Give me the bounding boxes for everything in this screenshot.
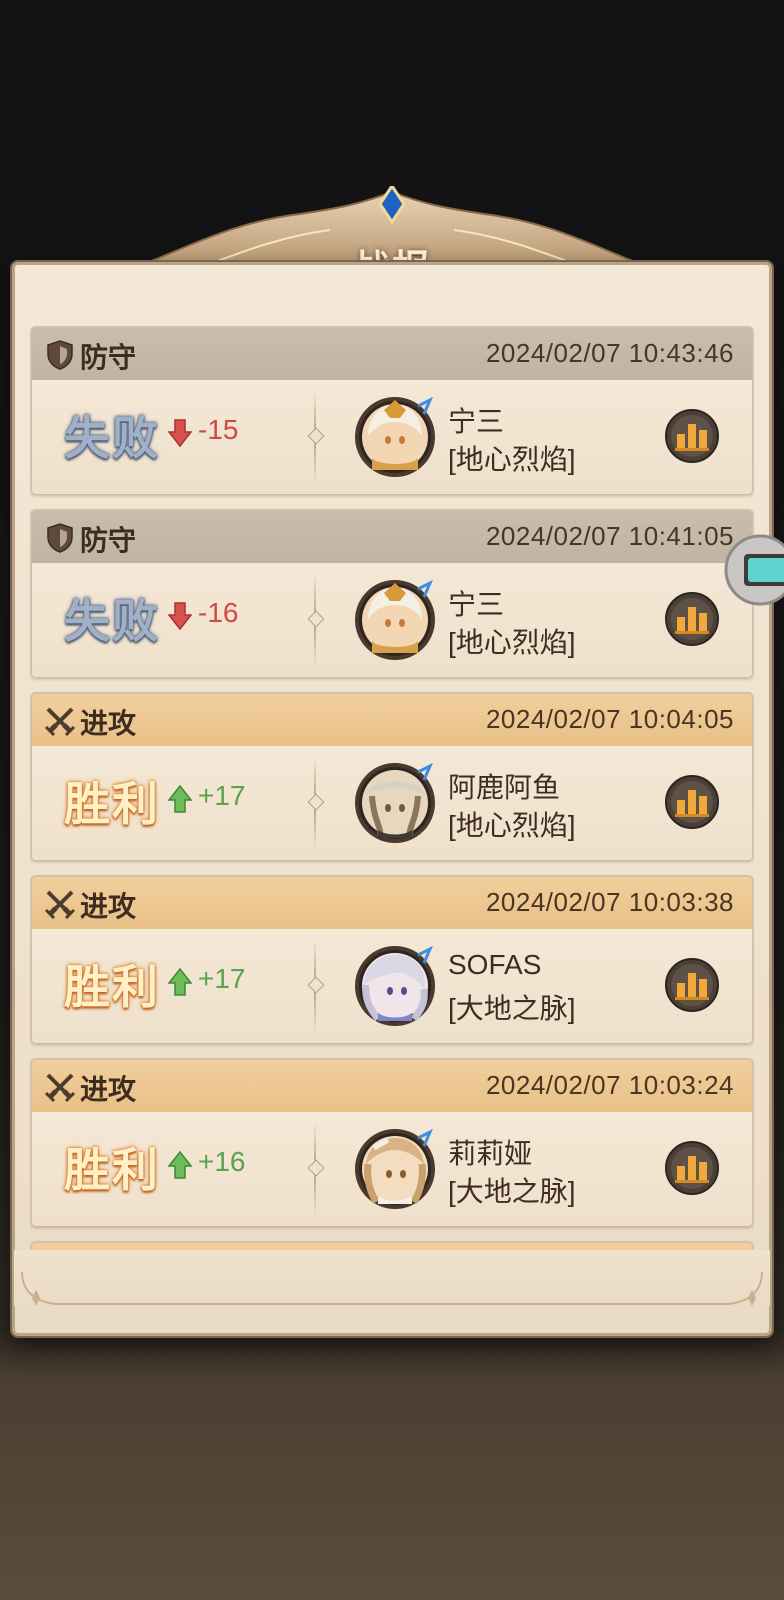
opponent-name: SOFAS — [448, 949, 542, 980]
report-timestamp: 2024/02/07 10:43:46 — [485, 338, 734, 368]
report-type-label: 进攻 — [80, 708, 137, 739]
bar-chart-icon[interactable] — [664, 408, 720, 464]
score-delta: +17 — [198, 780, 246, 811]
opponent-name: 宁三 — [448, 589, 505, 620]
avatar-liliya[interactable] — [354, 1128, 436, 1210]
avatar-sofas[interactable] — [354, 945, 436, 1027]
arrow-down-icon — [168, 419, 192, 448]
report-timestamp: 2024/02/07 10:04:05 — [485, 704, 734, 734]
divider-ornament — [307, 976, 325, 994]
report-type-label: 进攻 — [80, 891, 137, 922]
crossed-swords-icon — [44, 890, 76, 920]
report-card[interactable]: 防守 2024/02/07 10:43:46 失败 -15 宁三 [地心烈焰] — [30, 326, 754, 494]
score-delta: -16 — [198, 597, 239, 628]
report-type-label: 进攻 — [80, 1074, 137, 1105]
report-card[interactable]: 进攻 2024/02/07 10:03:38 胜利 +17 SOFAS [大地之… — [30, 875, 754, 1043]
opponent-name: 宁三 — [448, 406, 505, 437]
score-delta: +17 — [198, 963, 246, 994]
opponent-guild: [大地之脉] — [448, 993, 576, 1024]
report-card-body: 失败 -16 宁三 [地心烈焰] — [32, 563, 752, 677]
report-card-header: 防守 2024/02/07 10:41:05 — [32, 511, 752, 563]
report-list[interactable]: 防守 2024/02/07 10:43:46 失败 -15 宁三 [地心烈焰] — [30, 326, 754, 1276]
divider-ornament — [307, 1159, 325, 1177]
opponent-name: 莉莉娅 — [448, 1138, 533, 1169]
avatar-aluayu[interactable] — [354, 762, 436, 844]
result-label: 胜利 — [64, 961, 160, 1013]
avatar-ningsan[interactable] — [354, 396, 436, 478]
report-card-body: 失败 -15 宁三 [地心烈焰] — [32, 380, 752, 494]
report-card-body: 胜利 +17 SOFAS [大地之脉] — [32, 929, 752, 1043]
result-label: 失败 — [64, 595, 160, 647]
avatar-ningsan[interactable] — [354, 579, 436, 661]
report-card[interactable]: 防守 2024/02/07 10:41:05 失败 -16 宁三 [地心烈焰] — [30, 509, 754, 677]
opponent-guild: [地心烈焰] — [448, 810, 576, 841]
opponent-guild: [大地之脉] — [448, 1176, 576, 1207]
divider-ornament — [307, 427, 325, 445]
bar-chart-icon[interactable] — [664, 1140, 720, 1196]
report-card-body: 胜利 +16 莉莉娅 [大地之脉] — [32, 1112, 752, 1226]
arrow-up-icon — [168, 784, 192, 813]
arrow-up-icon — [168, 967, 192, 996]
report-card[interactable]: 进攻 2024/02/07 10:04:05 胜利 +17 阿鹿阿鱼 [地心烈焰… — [30, 692, 754, 860]
crossed-swords-icon — [44, 707, 76, 737]
report-card-header: 进攻 2024/02/07 10:03:24 — [32, 1060, 752, 1112]
shield-icon — [47, 523, 73, 553]
shield-icon — [47, 340, 73, 370]
divider-ornament — [307, 793, 325, 811]
opponent-guild: [地心烈焰] — [448, 444, 576, 475]
panel-bottom-ornament — [21, 1271, 763, 1306]
report-timestamp: 2024/02/07 10:41:05 — [485, 521, 734, 551]
crossed-swords-icon — [44, 1073, 76, 1103]
report-card-header: 进攻 2024/02/07 10:04:05 — [32, 694, 752, 746]
score-delta: +16 — [198, 1146, 246, 1177]
divider-ornament — [307, 610, 325, 628]
arrow-up-icon — [168, 1150, 192, 1179]
arrow-down-icon — [168, 602, 192, 631]
report-type-label: 防守 — [80, 525, 137, 556]
opponent-name: 阿鹿阿鱼 — [448, 772, 561, 803]
report-timestamp: 2024/02/07 10:03:38 — [485, 887, 734, 917]
result-label: 失败 — [64, 412, 160, 464]
result-label: 胜利 — [64, 778, 160, 830]
floating-side-button[interactable] — [720, 534, 784, 606]
report-timestamp: 2024/02/07 10:03:24 — [485, 1070, 734, 1100]
score-delta: -15 — [198, 414, 239, 445]
report-card[interactable]: 进攻 2024/02/07 10:03:24 胜利 +16 莉莉娅 [大地之脉] — [30, 1058, 754, 1226]
bar-chart-icon[interactable] — [664, 957, 720, 1013]
report-card-body: 胜利 +17 阿鹿阿鱼 [地心烈焰] — [32, 746, 752, 860]
opponent-guild: [地心烈焰] — [448, 627, 576, 658]
bar-chart-icon[interactable] — [664, 774, 720, 830]
result-label: 胜利 — [64, 1144, 160, 1196]
report-type-label: 防守 — [80, 342, 137, 373]
report-card-header: 防守 2024/02/07 10:43:46 — [32, 328, 752, 380]
bar-chart-icon[interactable] — [664, 591, 720, 647]
report-card-header: 进攻 2024/02/07 10:03:38 — [32, 877, 752, 929]
